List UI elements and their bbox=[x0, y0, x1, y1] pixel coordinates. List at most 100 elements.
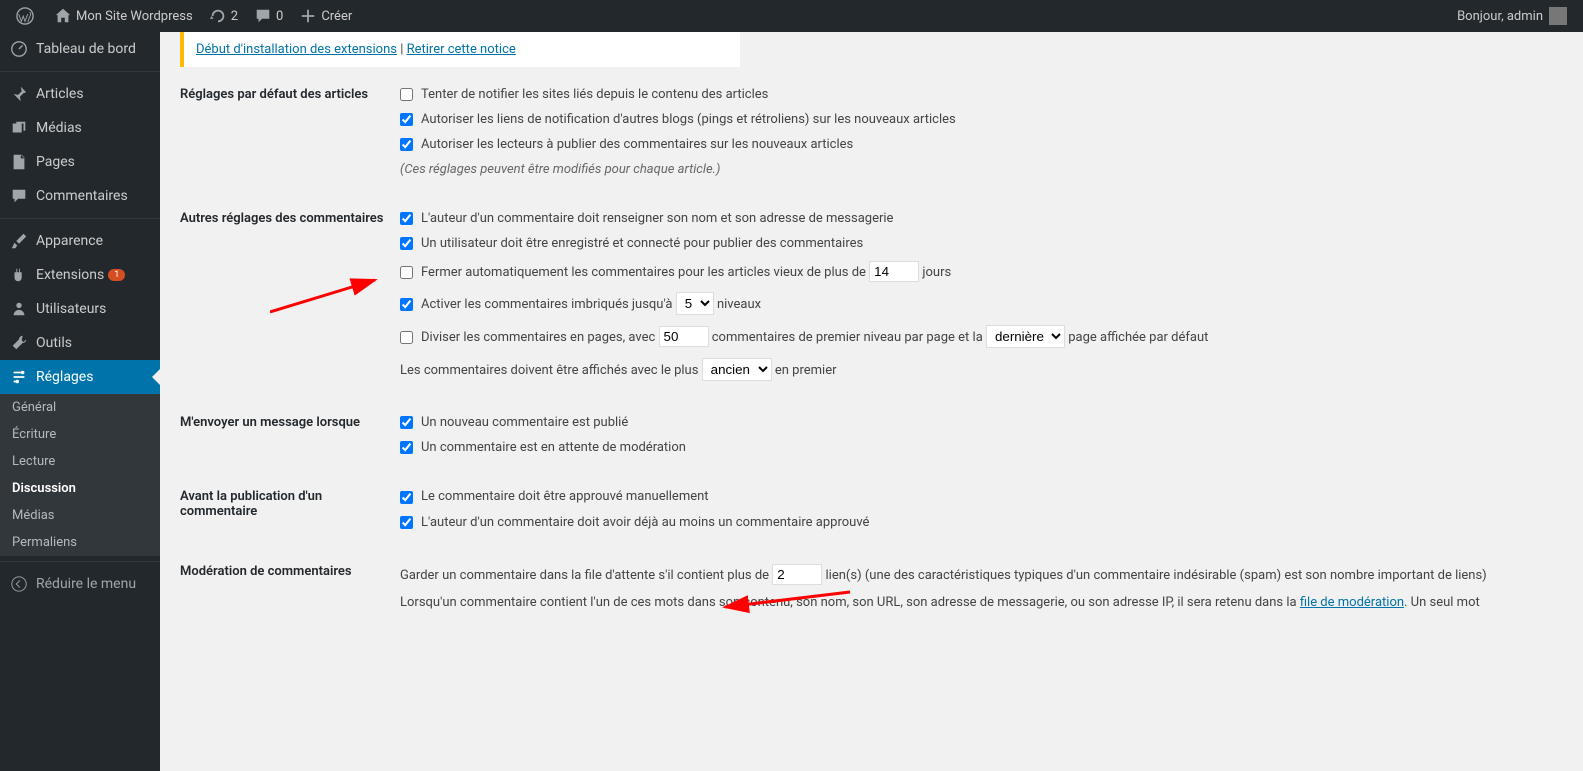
comment-icon bbox=[254, 7, 272, 25]
home-icon bbox=[54, 7, 72, 25]
select-thread-depth[interactable]: 5 bbox=[676, 292, 714, 315]
site-name-link[interactable]: Mon Site Wordpress bbox=[46, 0, 201, 32]
new-content-text: Créer bbox=[321, 9, 352, 24]
option-label-suffix: page affichée par défaut bbox=[1065, 330, 1208, 345]
sidebar-item-media[interactable]: Médias bbox=[0, 111, 160, 145]
notice-dismiss-link[interactable]: Retirer cette notice bbox=[407, 42, 516, 57]
comment-icon bbox=[10, 187, 28, 205]
sidebar-item-dashboard[interactable]: Tableau de bord bbox=[0, 32, 160, 66]
moderation-text-suffix: lien(s) (une des caractéristiques typiqu… bbox=[822, 568, 1486, 583]
checkbox-auto-close[interactable] bbox=[400, 266, 413, 279]
media-icon bbox=[10, 119, 28, 137]
moderation-words-row: Lorsqu'un commentaire contient l'un de c… bbox=[400, 595, 1563, 610]
notice-separator: | bbox=[397, 42, 407, 57]
option-label: Le commentaire doit être approuvé manuel… bbox=[421, 490, 709, 505]
option-manual-approve[interactable]: Le commentaire doit être approuvé manuel… bbox=[400, 489, 1563, 504]
comments-link[interactable]: 0 bbox=[246, 0, 291, 32]
select-comment-order[interactable]: ancien bbox=[702, 358, 772, 381]
checkbox-notify-linked[interactable] bbox=[400, 88, 413, 101]
sidebar-item-pages[interactable]: Pages bbox=[0, 145, 160, 179]
collapse-menu[interactable]: Réduire le menu bbox=[0, 567, 160, 601]
moderation-queue-link[interactable]: file de modération bbox=[1300, 595, 1404, 610]
checkbox-email-moderation[interactable] bbox=[400, 441, 413, 454]
option-label: Un nouveau commentaire est publié bbox=[421, 415, 628, 430]
settings-icon bbox=[10, 368, 28, 386]
checkbox-require-name-email[interactable] bbox=[400, 212, 413, 225]
input-max-links[interactable] bbox=[772, 564, 822, 585]
wp-logo-link[interactable] bbox=[8, 0, 46, 32]
section-other-settings: Autres réglages des commentaires L'auteu… bbox=[180, 211, 1563, 391]
sidebar-item-comments[interactable]: Commentaires bbox=[0, 179, 160, 213]
section-default-settings: Réglages par défaut des articles Tenter … bbox=[180, 87, 1563, 187]
moderation-links-row: Garder un commentaire dans la file d'att… bbox=[400, 564, 1563, 585]
select-default-page[interactable]: dernière bbox=[986, 325, 1065, 348]
plus-icon bbox=[299, 7, 317, 25]
section-before-publish: Avant la publication d'un commentaire Le… bbox=[180, 489, 1563, 539]
new-content-link[interactable]: Créer bbox=[291, 0, 360, 32]
section-moderation: Modération de commentaires Garder un com… bbox=[180, 564, 1563, 620]
checkbox-threaded[interactable] bbox=[400, 298, 413, 311]
checkbox-paginate[interactable] bbox=[400, 331, 413, 344]
users-icon bbox=[10, 300, 28, 318]
checkbox-email-new-comment[interactable] bbox=[400, 416, 413, 429]
option-label: Fermer automatiquement les commentaires … bbox=[421, 265, 869, 280]
option-label: Un commentaire est en attente de modérat… bbox=[421, 440, 686, 455]
sidebar-item-label: Outils bbox=[36, 335, 72, 351]
section-hint: (Ces réglages peuvent être modifiés pour… bbox=[400, 162, 1563, 177]
brush-icon bbox=[10, 232, 28, 250]
checkbox-require-registration[interactable] bbox=[400, 237, 413, 250]
checkbox-allow-pings[interactable] bbox=[400, 113, 413, 126]
checkbox-previously-approved[interactable] bbox=[400, 516, 413, 529]
sidebar-item-label: Apparence bbox=[36, 233, 103, 249]
sidebar-item-settings[interactable]: Réglages bbox=[0, 360, 160, 394]
my-account-link[interactable]: Bonjour, admin bbox=[1449, 0, 1575, 32]
sidebar-item-appearance[interactable]: Apparence bbox=[0, 224, 160, 258]
checkbox-allow-comments[interactable] bbox=[400, 138, 413, 151]
sidebar-item-tools[interactable]: Outils bbox=[0, 326, 160, 360]
option-label-suffix: niveaux bbox=[714, 297, 761, 312]
sidebar-item-users[interactable]: Utilisateurs bbox=[0, 292, 160, 326]
option-previously-approved[interactable]: L'auteur d'un commentaire doit avoir déj… bbox=[400, 515, 1563, 530]
notice-install-link[interactable]: Début d'installation des extensions bbox=[196, 42, 397, 57]
option-notify-linked[interactable]: Tenter de notifier les sites liés depuis… bbox=[400, 87, 1563, 102]
site-name-text: Mon Site Wordpress bbox=[76, 9, 193, 24]
option-auto-close[interactable]: Fermer automatiquement les commentaires … bbox=[400, 261, 1563, 282]
option-allow-comments[interactable]: Autoriser les lecteurs à publier des com… bbox=[400, 137, 1563, 152]
input-close-days[interactable] bbox=[869, 261, 919, 282]
main-content: Début d'installation des extensions | Re… bbox=[160, 32, 1583, 771]
checkbox-manual-approve[interactable] bbox=[400, 491, 413, 504]
option-require-registration[interactable]: Un utilisateur doit être enregistré et c… bbox=[400, 236, 1563, 251]
section-email-me: M'envoyer un message lorsque Un nouveau … bbox=[180, 415, 1563, 465]
collapse-label: Réduire le menu bbox=[36, 576, 136, 592]
submenu-discussion[interactable]: Discussion bbox=[0, 475, 160, 502]
option-threaded[interactable]: Activer les commentaires imbriqués jusqu… bbox=[400, 292, 1563, 315]
submenu-media[interactable]: Médias bbox=[0, 502, 160, 529]
tools-icon bbox=[10, 334, 28, 352]
comments-count: 0 bbox=[276, 9, 283, 24]
option-allow-pings[interactable]: Autoriser les liens de notification d'au… bbox=[400, 112, 1563, 127]
howdy-text: Bonjour, admin bbox=[1457, 9, 1543, 24]
collapse-icon bbox=[10, 575, 28, 593]
updates-link[interactable]: 2 bbox=[201, 0, 246, 32]
submenu-general[interactable]: Général bbox=[0, 394, 160, 421]
submenu-reading[interactable]: Lecture bbox=[0, 448, 160, 475]
update-icon bbox=[209, 7, 227, 25]
input-per-page[interactable] bbox=[659, 326, 709, 347]
updates-count: 2 bbox=[231, 9, 238, 24]
option-email-new-comment[interactable]: Un nouveau commentaire est publié bbox=[400, 415, 1563, 430]
section-title: Autres réglages des commentaires bbox=[180, 211, 400, 226]
option-label: Autoriser les lecteurs à publier des com… bbox=[421, 137, 853, 152]
option-label-suffix: en premier bbox=[772, 363, 837, 378]
submenu-permalinks[interactable]: Permaliens bbox=[0, 529, 160, 556]
sidebar-item-posts[interactable]: Articles bbox=[0, 77, 160, 111]
option-require-name-email[interactable]: L'auteur d'un commentaire doit renseigne… bbox=[400, 211, 1563, 226]
sidebar-item-label: Extensions bbox=[36, 267, 104, 283]
submenu-writing[interactable]: Écriture bbox=[0, 421, 160, 448]
sidebar-item-plugins[interactable]: Extensions1 bbox=[0, 258, 160, 292]
option-label: Autoriser les liens de notification d'au… bbox=[421, 112, 956, 127]
section-title: Réglages par défaut des articles bbox=[180, 87, 400, 102]
option-label: Activer les commentaires imbriqués jusqu… bbox=[421, 297, 676, 312]
section-title: M'envoyer un message lorsque bbox=[180, 415, 400, 430]
option-paginate[interactable]: Diviser les commentaires en pages, avec … bbox=[400, 325, 1563, 348]
option-email-moderation[interactable]: Un commentaire est en attente de modérat… bbox=[400, 440, 1563, 455]
